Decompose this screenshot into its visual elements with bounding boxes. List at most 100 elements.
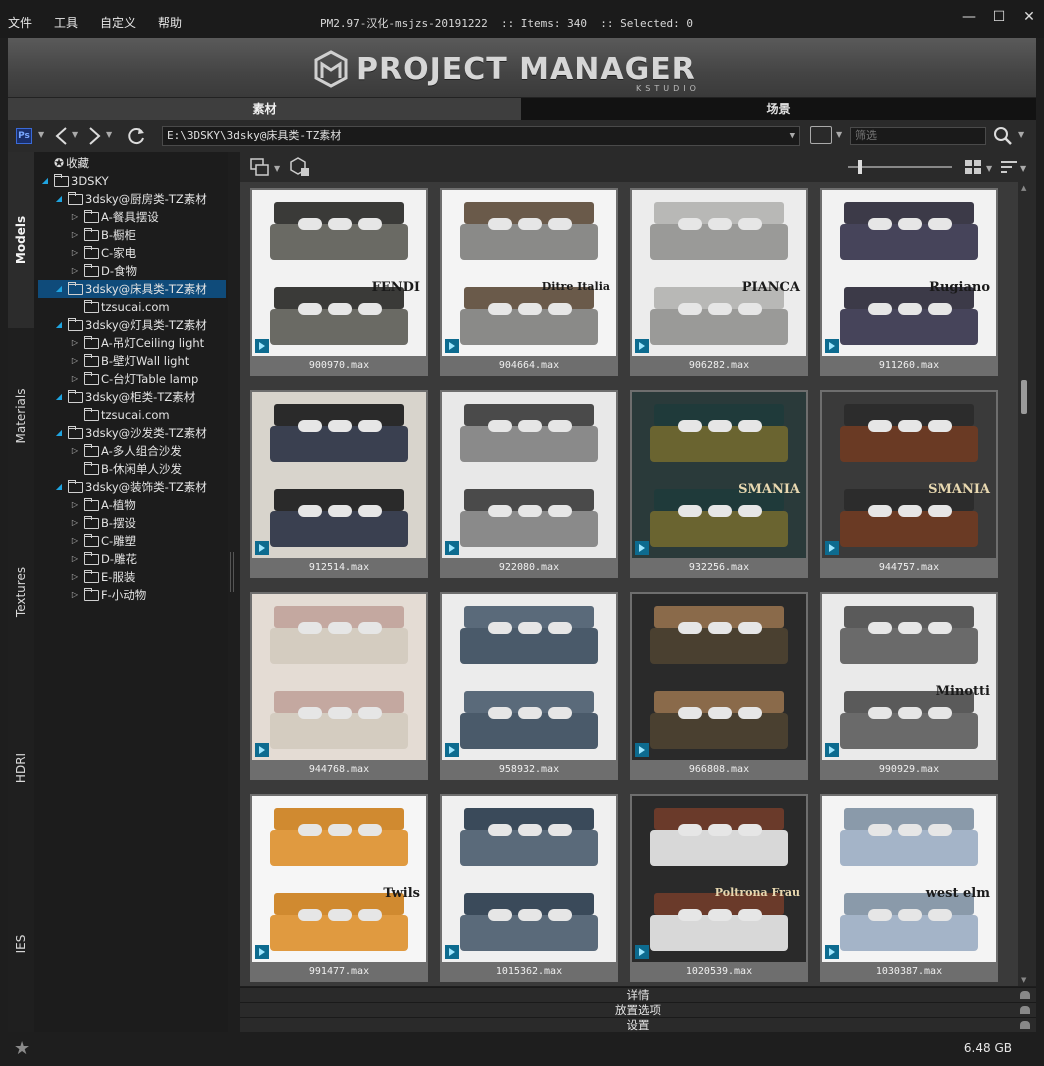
asset-thumbnail[interactable]: Poltrona Frau — [632, 796, 806, 962]
grid-scrollbar[interactable]: ▲ ▼ — [1018, 182, 1036, 986]
star-icon[interactable]: ★ — [14, 1038, 30, 1059]
expand-arrow-icon[interactable]: ▷ — [70, 568, 80, 586]
asset-thumbnail[interactable]: Ditre Italia — [442, 190, 616, 356]
expand-arrow-icon[interactable]: ▷ — [70, 226, 80, 244]
asset-card[interactable]: Poltrona Frau 1020539.max — [630, 794, 808, 982]
asset-card[interactable]: FENDI 900970.max — [250, 188, 428, 376]
asset-thumbnail[interactable]: Minotti — [822, 594, 996, 760]
expand-arrow-icon[interactable]: ▷ — [70, 442, 80, 460]
path-dropdown-icon[interactable]: ▼ — [790, 127, 795, 145]
asset-thumbnail[interactable] — [632, 594, 806, 760]
asset-card[interactable]: Minotti 990929.max — [820, 592, 998, 780]
tree-item[interactable]: ▷ B-摆设 — [34, 514, 136, 532]
swap-dropdown-icon[interactable]: ▼ — [274, 164, 280, 173]
menu-customize[interactable]: 自定义 — [100, 14, 136, 31]
asset-card[interactable]: Ditre Italia 904664.max — [440, 188, 618, 376]
tree-item[interactable]: ◢ 3dsky@沙发类-TZ素材 — [34, 424, 207, 442]
tree-item[interactable]: ▷ B-壁灯Wall light — [34, 352, 189, 370]
expand-arrow-icon[interactable]: ▷ — [70, 532, 80, 550]
menu-tools[interactable]: 工具 — [54, 14, 78, 31]
collapse-arrow-icon[interactable]: ◢ — [54, 280, 64, 298]
side-tab-hdri[interactable]: HDRI — [8, 680, 34, 856]
expand-details-icon[interactable] — [1020, 991, 1030, 999]
collapse-arrow-icon[interactable]: ◢ — [54, 478, 64, 496]
asset-card[interactable]: SMANIA 932256.max — [630, 390, 808, 578]
view-dropdown-icon[interactable]: ▼ — [986, 164, 992, 173]
expand-arrow-icon[interactable]: ▷ — [70, 514, 80, 532]
tree-item[interactable]: tzsucai.com — [34, 406, 170, 424]
tree-item[interactable]: ▷ A-植物 — [34, 496, 136, 514]
expand-arrow-icon[interactable]: ▷ — [70, 370, 80, 388]
scroll-up-icon[interactable]: ▲ — [1021, 184, 1026, 192]
forward-dropdown-icon[interactable]: ▼ — [106, 130, 112, 139]
asset-thumbnail[interactable]: SMANIA — [632, 392, 806, 558]
filter-dropdown-icon[interactable]: ▼ — [836, 130, 842, 139]
close-icon[interactable]: ✕ — [1022, 10, 1036, 24]
expand-arrow-icon[interactable]: ▷ — [70, 262, 80, 280]
tree-item[interactable]: ◢ 3DSKY — [34, 172, 109, 190]
asset-card[interactable]: 922080.max — [440, 390, 618, 578]
asset-card[interactable]: Rugiano 911260.max — [820, 188, 998, 376]
tab-assets[interactable]: 素材 — [8, 98, 521, 120]
package-icon[interactable] — [288, 156, 310, 178]
menu-help[interactable]: 帮助 — [158, 14, 182, 31]
tab-scenes[interactable]: 场景 — [521, 98, 1036, 120]
asset-card[interactable]: 1015362.max — [440, 794, 618, 982]
collapse-arrow-icon[interactable]: ◢ — [54, 424, 64, 442]
asset-thumbnail[interactable] — [442, 594, 616, 760]
expand-arrow-icon[interactable]: ▷ — [70, 586, 80, 604]
settings-panel-header[interactable]: 设置 — [240, 1017, 1036, 1032]
scroll-down-icon[interactable]: ▼ — [1021, 976, 1026, 984]
asset-card[interactable]: 958932.max — [440, 592, 618, 780]
photoshop-icon[interactable]: Ps — [16, 128, 32, 144]
expand-placement-icon[interactable] — [1020, 1006, 1030, 1014]
tree-item[interactable]: ✪ 收藏 — [34, 154, 89, 172]
sort-dropdown-icon[interactable]: ▼ — [1020, 164, 1026, 173]
asset-card[interactable]: 966808.max — [630, 592, 808, 780]
tree-item[interactable]: ▷ A-吊灯Ceiling light — [34, 334, 204, 352]
tree-item[interactable]: ▷ F-小动物 — [34, 586, 146, 604]
asset-card[interactable]: SMANIA 944757.max — [820, 390, 998, 578]
search-icon[interactable] — [993, 126, 1013, 146]
menu-file[interactable]: 文件 — [8, 14, 32, 31]
refresh-icon[interactable] — [126, 126, 146, 146]
asset-thumbnail[interactable] — [442, 392, 616, 558]
slider-handle[interactable] — [858, 160, 862, 174]
tree-item[interactable]: ▷ D-食物 — [34, 262, 137, 280]
tree-item[interactable]: B-休闲单人沙发 — [34, 460, 182, 478]
thumbnail-size-slider[interactable] — [848, 166, 952, 168]
expand-arrow-icon[interactable]: ▷ — [70, 550, 80, 568]
asset-card[interactable]: PIANCA 906282.max — [630, 188, 808, 376]
minimize-icon[interactable]: — — [962, 10, 976, 24]
tree-item[interactable]: ▷ D-雕花 — [34, 550, 137, 568]
asset-thumbnail[interactable]: Rugiano — [822, 190, 996, 356]
expand-arrow-icon[interactable]: ▷ — [70, 496, 80, 514]
collapse-arrow-icon[interactable]: ◢ — [40, 172, 50, 190]
asset-card[interactable]: 912514.max — [250, 390, 428, 578]
search-dropdown-icon[interactable]: ▼ — [1018, 130, 1024, 139]
asset-card[interactable]: 944768.max — [250, 592, 428, 780]
asset-card[interactable]: west elm 1030387.max — [820, 794, 998, 982]
tree-item[interactable]: ◢ 3dsky@灯具类-TZ素材 — [34, 316, 207, 334]
asset-card[interactable]: Twils 991477.max — [250, 794, 428, 982]
tree-item[interactable]: ◢ 3dsky@厨房类-TZ素材 — [34, 190, 207, 208]
expand-arrow-icon[interactable]: ▷ — [70, 208, 80, 226]
asset-thumbnail[interactable] — [252, 594, 426, 760]
ps-dropdown-icon[interactable]: ▼ — [38, 130, 44, 139]
tree-item[interactable]: ▷ C-雕塑 — [34, 532, 136, 550]
expand-settings-icon[interactable] — [1020, 1021, 1030, 1029]
expand-arrow-icon[interactable]: ▷ — [70, 334, 80, 352]
filter-options-icon[interactable] — [810, 126, 832, 144]
sort-icon[interactable] — [1000, 159, 1018, 175]
back-dropdown-icon[interactable]: ▼ — [72, 130, 78, 139]
expand-arrow-icon[interactable]: ▷ — [70, 352, 80, 370]
asset-thumbnail[interactable]: SMANIA — [822, 392, 996, 558]
tree-item[interactable]: ▷ C-台灯Table lamp — [34, 370, 198, 388]
tree-item[interactable]: ◢ 3dsky@装饰类-TZ素材 — [34, 478, 207, 496]
side-tab-textures[interactable]: Textures — [8, 504, 34, 680]
tree-item[interactable]: ▷ E-服装 — [34, 568, 135, 586]
tree-item[interactable]: ▷ A-餐具摆设 — [34, 208, 159, 226]
tree-item[interactable]: ▷ B-橱柜 — [34, 226, 136, 244]
side-tab-ies[interactable]: IES — [8, 856, 34, 1032]
tree-item[interactable]: ▷ C-家电 — [34, 244, 136, 262]
